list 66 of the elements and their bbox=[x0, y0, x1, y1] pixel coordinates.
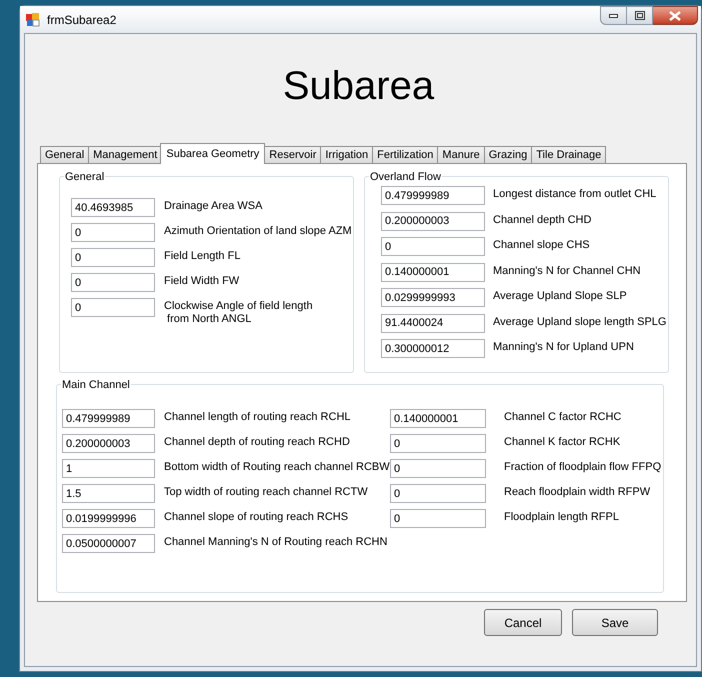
field-label: Reach floodplain width RFPW bbox=[504, 485, 650, 499]
field-label: Clockwise Angle of field length from North ANGL bbox=[164, 299, 313, 326]
input-field[interactable]: 0 bbox=[71, 248, 155, 267]
tab[interactable]: Reservoir bbox=[264, 146, 322, 163]
field-label: Fraction of floodplain flow FFPQ bbox=[504, 460, 662, 474]
tab[interactable]: Tile Drainage bbox=[531, 146, 606, 163]
field-label: Average Upland Slope SLP bbox=[493, 289, 627, 303]
field-label: Drainage Area WSA bbox=[164, 199, 262, 213]
field-label: Azimuth Orientation of land slope AZM bbox=[164, 224, 352, 238]
input-field[interactable]: 0.479999989 bbox=[381, 186, 485, 205]
field-label: Channel slope of routing reach RCHS bbox=[164, 510, 348, 524]
input-field[interactable]: 0 bbox=[71, 273, 155, 292]
minimize-button[interactable] bbox=[600, 6, 627, 25]
field-label: Field Length FL bbox=[164, 249, 240, 263]
input-field[interactable]: 0.479999989 bbox=[62, 409, 155, 428]
cancel-button[interactable]: Cancel bbox=[484, 609, 562, 636]
input-field[interactable]: 0.0500000007 bbox=[62, 534, 155, 553]
input-field[interactable]: 0 bbox=[390, 434, 486, 453]
input-field[interactable]: 0 bbox=[390, 459, 486, 478]
maximize-icon bbox=[634, 11, 644, 20]
input-field[interactable]: 0 bbox=[390, 509, 486, 528]
field-label: Channel Manning's N of Routing reach RCHN bbox=[164, 535, 388, 549]
field-label: Average Upland slope length SPLG bbox=[493, 314, 666, 328]
tab[interactable]: Fertilization bbox=[372, 146, 438, 163]
field-label: Channel length of routing reach RCHL bbox=[164, 410, 351, 424]
input-field[interactable]: 0.0199999996 bbox=[62, 509, 155, 528]
field-label: Floodplain length RFPL bbox=[504, 510, 619, 524]
window-title: frmSubarea2 bbox=[47, 12, 116, 28]
field-label: Channel C factor RCHC bbox=[504, 410, 622, 424]
input-field[interactable]: 0.140000001 bbox=[390, 409, 486, 428]
input-field[interactable]: 0 bbox=[71, 298, 155, 317]
tab[interactable]: General bbox=[40, 146, 90, 163]
tab[interactable]: Grazing bbox=[484, 146, 532, 163]
field-label: Manning's N for Upland UPN bbox=[493, 340, 634, 354]
tab[interactable]: Subarea Geometry bbox=[160, 143, 266, 164]
app-icon bbox=[26, 12, 40, 26]
input-field[interactable]: 1.5 bbox=[62, 484, 155, 503]
close-button[interactable] bbox=[653, 6, 698, 25]
save-button[interactable]: Save bbox=[572, 609, 658, 636]
form-heading: Subarea bbox=[282, 66, 436, 106]
tab[interactable]: Management bbox=[88, 146, 162, 163]
input-field[interactable]: 0 bbox=[381, 237, 485, 256]
field-label: Longest distance from outlet CHL bbox=[493, 187, 656, 201]
field-label: Channel depth of routing reach RCHD bbox=[164, 435, 350, 449]
minimize-icon bbox=[609, 14, 618, 18]
field-label: Channel K factor RCHK bbox=[504, 435, 620, 449]
input-field[interactable]: 0.140000001 bbox=[381, 262, 485, 282]
input-field[interactable]: 1 bbox=[62, 459, 155, 478]
input-field[interactable]: 40.4693985 bbox=[71, 198, 155, 217]
input-field[interactable]: 0.200000003 bbox=[381, 212, 485, 230]
tab[interactable]: Manure bbox=[437, 146, 485, 163]
input-field[interactable]: 0.300000012 bbox=[381, 339, 485, 358]
maximize-button[interactable] bbox=[627, 6, 653, 25]
input-field[interactable]: 0 bbox=[390, 484, 486, 503]
tab[interactable]: Irrigation bbox=[320, 146, 374, 163]
field-label: Bottom width of Routing reach channel RCBW bbox=[164, 460, 390, 474]
field-label: Channel depth CHD bbox=[493, 212, 592, 226]
input-field[interactable]: 0.0299999993 bbox=[381, 288, 485, 307]
field-label: Channel slope CHS bbox=[493, 238, 590, 252]
field-label: Top width of routing reach channel RCTW bbox=[164, 485, 368, 499]
input-field[interactable]: 0.200000003 bbox=[62, 434, 155, 453]
field-label: Manning's N for Channel CHN bbox=[493, 264, 641, 278]
input-field[interactable]: 0 bbox=[71, 223, 155, 242]
field-label: Field Width FW bbox=[164, 274, 240, 288]
input-field[interactable]: 91.4400024 bbox=[381, 314, 485, 332]
close-icon bbox=[669, 10, 681, 20]
